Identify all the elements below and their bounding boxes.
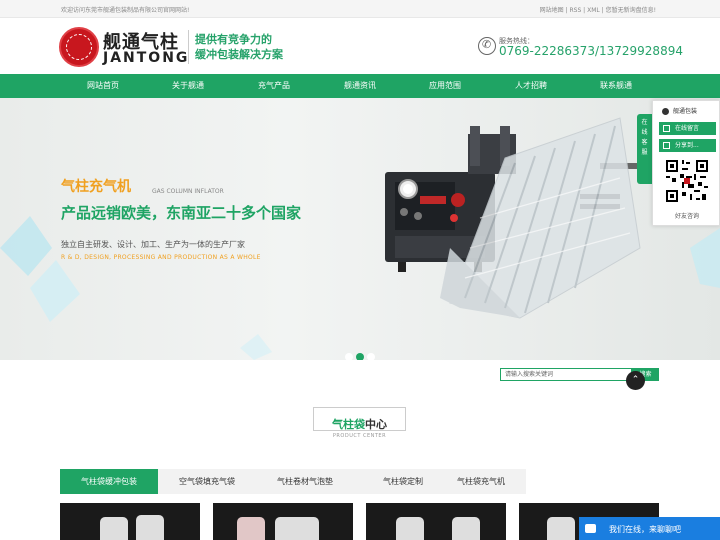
nav-item-applications[interactable]: 应用范围 bbox=[415, 74, 475, 98]
scroll-top-icon[interactable]: ⌃ bbox=[626, 371, 645, 390]
top-links[interactable]: 网站地图 | RSS | XML | 您暂无新询盘信息! bbox=[540, 5, 656, 14]
top-bar: 欢迎访问东莞市舰通包装制品有限公司官网网站! 网站地图 | RSS | XML … bbox=[0, 0, 720, 18]
phone-icon bbox=[478, 37, 496, 55]
hotline-number: 0769-22286373/13729928894 bbox=[499, 44, 683, 58]
search-input[interactable]: 请输入搜索关键词 bbox=[500, 368, 632, 381]
nav-item-careers[interactable]: 人才招聘 bbox=[501, 74, 561, 98]
logo-divider bbox=[188, 30, 189, 64]
section-title-en: PRODUCT CENTER bbox=[332, 433, 387, 439]
nav-item-about[interactable]: 关于舰通 bbox=[158, 74, 218, 98]
online-message-button[interactable]: 在线留言 bbox=[659, 122, 716, 135]
slider-dot-1[interactable] bbox=[345, 353, 353, 360]
main-nav: 网站首页 关于舰通 充气产品 舰通资讯 应用范围 人才招聘 联系舰通 bbox=[0, 74, 720, 98]
chat-label: 我们在线，来聊聊吧 bbox=[609, 525, 681, 534]
nav-item-products[interactable]: 充气产品 bbox=[244, 74, 304, 98]
inflator-machine-image bbox=[385, 117, 641, 319]
nav-item-contact[interactable]: 联系舰通 bbox=[586, 74, 646, 98]
banner-title-en: GAS COLUMN INFLATOR bbox=[152, 188, 224, 195]
product-image bbox=[100, 517, 128, 540]
banner-description: 独立自主研发、设计、加工、生产为一体的生产厂家 bbox=[61, 240, 245, 249]
share-label: 分享到... bbox=[675, 142, 699, 149]
product-image bbox=[452, 517, 480, 540]
qr-code-icon bbox=[664, 158, 710, 204]
slider-dot-2[interactable] bbox=[356, 353, 364, 360]
product-image bbox=[275, 517, 319, 540]
slogan-line-1: 提供有竞争力的 bbox=[195, 33, 272, 46]
banner-description-en: R & D, DESIGN, PROCESSING AND PRODUCTION… bbox=[61, 254, 261, 261]
qq-contact[interactable]: 舰通包装 bbox=[659, 105, 716, 118]
friend-consult-label: 好友咨询 bbox=[674, 213, 699, 220]
message-label: 在线留言 bbox=[675, 125, 700, 132]
tab-inflator[interactable]: 气柱袋充气机 bbox=[432, 469, 530, 494]
live-chat-widget[interactable]: 我们在线，来聊聊吧 bbox=[579, 517, 720, 540]
nav-item-home[interactable]: 网站首页 bbox=[73, 74, 133, 98]
banner-title: 气柱充气机 bbox=[61, 179, 131, 195]
header-slogan: 提供有竞争力的 缓冲包装解决方案 bbox=[195, 32, 283, 62]
welcome-text: 欢迎访问东莞市舰通包装制品有限公司官网网站! bbox=[61, 7, 190, 14]
product-thumbnail[interactable] bbox=[213, 503, 353, 540]
tab-cushion-packaging[interactable]: 气柱袋缓冲包装 bbox=[60, 469, 158, 494]
side-tab-label: 在线客服 bbox=[641, 119, 648, 156]
nav-item-news[interactable]: 舰通资讯 bbox=[330, 74, 390, 98]
product-thumbnail[interactable] bbox=[366, 503, 506, 540]
tab-column-roll[interactable]: 气柱卷材气泡垫 bbox=[256, 469, 354, 494]
logo-seal-icon[interactable] bbox=[59, 27, 99, 67]
qq-label: 舰通包装 bbox=[673, 108, 698, 115]
product-thumbnail[interactable] bbox=[60, 503, 200, 540]
banner-subtitle: 产品远销欧美，东南亚二十多个国家 bbox=[61, 204, 302, 222]
share-button[interactable]: 分享到... bbox=[659, 139, 716, 152]
product-image bbox=[136, 515, 164, 540]
slider-dot-3[interactable] bbox=[367, 353, 375, 360]
float-service-panel: 舰通包装 在线留言 分享到... 好友咨询 bbox=[652, 100, 720, 226]
product-image bbox=[547, 517, 575, 540]
product-image bbox=[396, 517, 424, 540]
product-tabs: 气柱袋缓冲包装 空气袋填充气袋 气柱卷材气泡垫 气柱袋定制 气柱袋充气机 bbox=[60, 469, 526, 494]
section-title-dark: 中心 bbox=[365, 418, 387, 431]
product-image bbox=[237, 517, 265, 540]
section-title: 气柱袋中心 bbox=[313, 416, 406, 432]
slogan-line-2: 缓冲包装解决方案 bbox=[195, 48, 283, 61]
online-service-tab[interactable]: 在线客服 bbox=[637, 114, 652, 184]
slider-dots bbox=[345, 346, 378, 360]
share-icon bbox=[663, 142, 670, 149]
logo-text-en[interactable]: JANTONG bbox=[103, 50, 189, 66]
chat-bubble-icon bbox=[585, 524, 596, 533]
message-icon bbox=[663, 125, 670, 132]
section-title-green: 气柱袋 bbox=[332, 418, 365, 431]
tab-air-bag-filling[interactable]: 空气袋填充气袋 bbox=[158, 469, 256, 494]
hero-banner[interactable]: 气柱充气机 GAS COLUMN INFLATOR 产品远销欧美，东南亚二十多个… bbox=[0, 98, 720, 360]
